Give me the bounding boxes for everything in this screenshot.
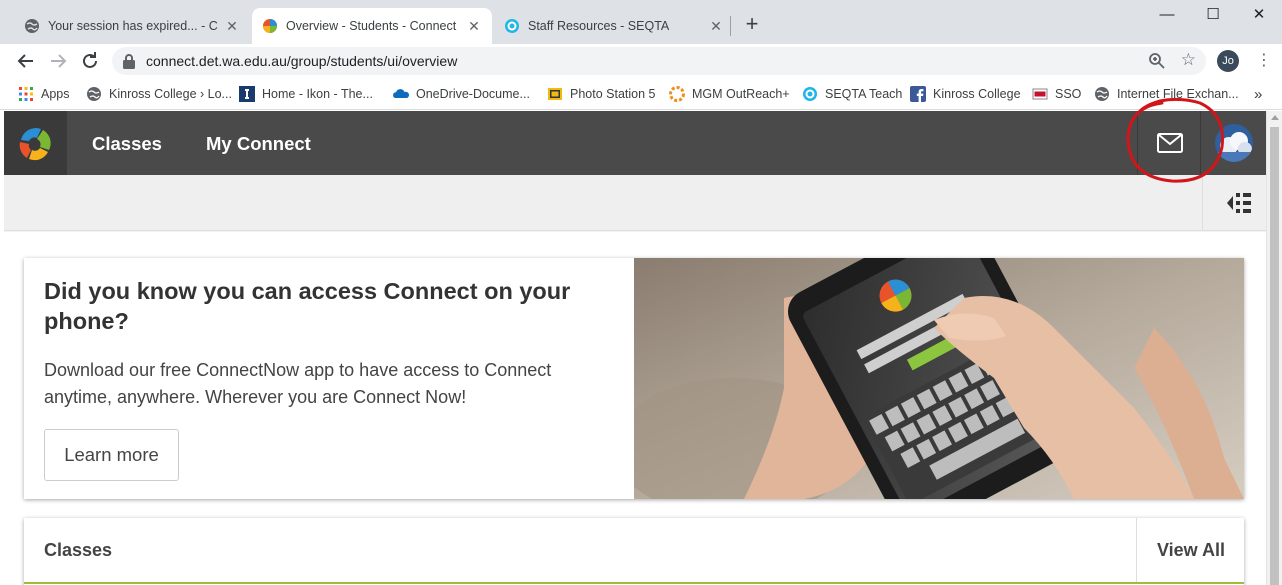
arrow-right-icon [51, 54, 67, 68]
phone-in-hands-image [634, 258, 1244, 499]
avatar-image [1215, 124, 1253, 162]
bookmark-label: SEQTA Teach [825, 87, 903, 101]
bookmark-kinross-college[interactable]: Kinross College [910, 84, 1021, 104]
messages-button[interactable] [1137, 111, 1201, 175]
browser-toolbar: connect.det.wa.edu.au/group/students/ui/… [0, 44, 1282, 78]
scroll-up-arrow-icon[interactable] [1271, 115, 1279, 120]
reload-button[interactable] [78, 49, 102, 73]
ikon-icon [239, 86, 255, 102]
classes-card: Classes View All [24, 518, 1244, 585]
bookmarks-bar: Apps Kinross College › Lo... Home - Ikon… [0, 78, 1282, 110]
envelope-icon [1157, 133, 1183, 153]
lock-icon [123, 54, 135, 69]
bookmark-onedrive[interactable]: OneDrive-Docume... [393, 84, 530, 104]
tab-title: Your session has expired... - Conn [48, 19, 218, 33]
minimize-button[interactable]: — [1144, 0, 1190, 32]
browser-menu-icon[interactable]: ⋮ [1256, 48, 1272, 74]
bookmark-sso[interactable]: SSO [1032, 84, 1081, 104]
seqta-icon [803, 87, 817, 101]
sidebar-toggle-button[interactable] [1202, 175, 1266, 231]
bookmark-star-icon[interactable]: ☆ [1181, 50, 1196, 70]
bookmark-label: Photo Station 5 [570, 87, 656, 101]
apps-grid-icon [19, 87, 33, 101]
app-promo-card: Did you know you can access Connect on y… [24, 258, 1244, 499]
tab-title: Overview - Students - Connect [286, 19, 457, 33]
sub-toolbar [4, 175, 1266, 231]
bookmark-label: Apps [41, 87, 70, 101]
globe-icon [1095, 87, 1109, 101]
browser-tab-session-expired[interactable]: Your session has expired... - Conn ✕ [14, 8, 250, 44]
connect-logo-icon [263, 19, 277, 33]
tab-separator [730, 16, 731, 36]
bookmark-label: MGM OutReach+ [692, 87, 790, 101]
page-scrollbar[interactable] [1266, 111, 1282, 585]
reload-icon [83, 52, 97, 68]
view-all-cell: View All [1136, 518, 1244, 584]
connect-logo-icon [19, 128, 51, 161]
browser-tab-strip: Your session has expired... - Conn ✕ Ove… [0, 0, 1282, 44]
browser-tab-overview[interactable]: Overview - Students - Connect ✕ [252, 8, 492, 44]
mgm-icon [669, 86, 685, 102]
bookmark-kinross-lo[interactable]: Kinross College › Lo... [86, 84, 232, 104]
view-all-link[interactable]: View All [1137, 518, 1245, 582]
onedrive-icon [393, 89, 409, 98]
bookmark-apps[interactable]: Apps [18, 84, 70, 104]
page-viewport: Classes My Connect Did you know you can … [4, 111, 1266, 585]
bookmark-ikon[interactable]: Home - Ikon - The... [239, 84, 373, 104]
bookmark-seqta-teach[interactable]: SEQTA Teach [802, 84, 902, 104]
facebook-icon [910, 86, 926, 102]
close-window-button[interactable]: ✕ [1236, 0, 1282, 32]
bookmark-label: OneDrive-Docume... [416, 87, 530, 101]
bookmark-label: Kinross College [933, 87, 1021, 101]
classes-card-title: Classes [44, 540, 113, 560]
profile-avatar[interactable]: Jo [1217, 50, 1239, 72]
main-content: Did you know you can access Connect on y… [4, 232, 1266, 585]
sso-icon [1032, 88, 1048, 100]
app-header: Classes My Connect [4, 111, 1266, 175]
browser-tab-staff-resources[interactable]: Staff Resources - SEQTA ✕ [494, 8, 734, 44]
new-tab-button[interactable]: + [740, 12, 764, 36]
bookmark-internet-file-exchange[interactable]: Internet File Exchan... [1094, 84, 1239, 104]
arrow-left-icon [17, 54, 33, 68]
user-avatar[interactable] [1215, 124, 1253, 162]
bookmark-label: SSO [1055, 87, 1082, 101]
promo-body: Download our free ConnectNow app to have… [44, 360, 552, 407]
close-tab-icon[interactable]: ✕ [708, 18, 724, 34]
promo-heading: Did you know you can access Connect on y… [44, 278, 571, 334]
maximize-button[interactable]: ☐ [1190, 0, 1236, 32]
close-tab-icon[interactable]: ✕ [466, 18, 482, 34]
bookmarks-overflow-button[interactable]: » [1254, 84, 1262, 104]
address-bar[interactable]: connect.det.wa.edu.au/group/students/ui/… [112, 47, 1206, 75]
photo-station-icon [548, 88, 562, 100]
bookmark-mgm[interactable]: MGM OutReach+ [669, 84, 790, 104]
nav-classes[interactable]: Classes [92, 111, 162, 177]
bookmark-label: Internet File Exchan... [1117, 87, 1239, 101]
learn-more-button[interactable]: Learn more [44, 429, 179, 481]
tab-title: Staff Resources - SEQTA [528, 19, 670, 33]
globe-icon [25, 19, 39, 33]
collapse-menu-icon [1227, 193, 1251, 213]
scrollbar-thumb[interactable] [1270, 127, 1279, 585]
close-tab-icon[interactable]: ✕ [224, 18, 240, 34]
back-button[interactable] [14, 49, 38, 73]
nav-my-connect[interactable]: My Connect [206, 111, 311, 177]
url-text: connect.det.wa.edu.au/group/students/ui/… [146, 53, 458, 69]
zoom-icon[interactable] [1148, 52, 1166, 70]
globe-icon [87, 87, 101, 101]
forward-button[interactable] [46, 49, 70, 73]
classes-accent-bar [24, 582, 1244, 584]
bookmark-photo-station[interactable]: Photo Station 5 [547, 84, 655, 104]
connect-logo[interactable] [4, 111, 67, 175]
seqta-icon [505, 19, 519, 33]
phone-photo [634, 258, 1244, 499]
bookmark-label: Home - Ikon - The... [262, 87, 373, 101]
bookmark-label: Kinross College › Lo... [109, 87, 232, 101]
